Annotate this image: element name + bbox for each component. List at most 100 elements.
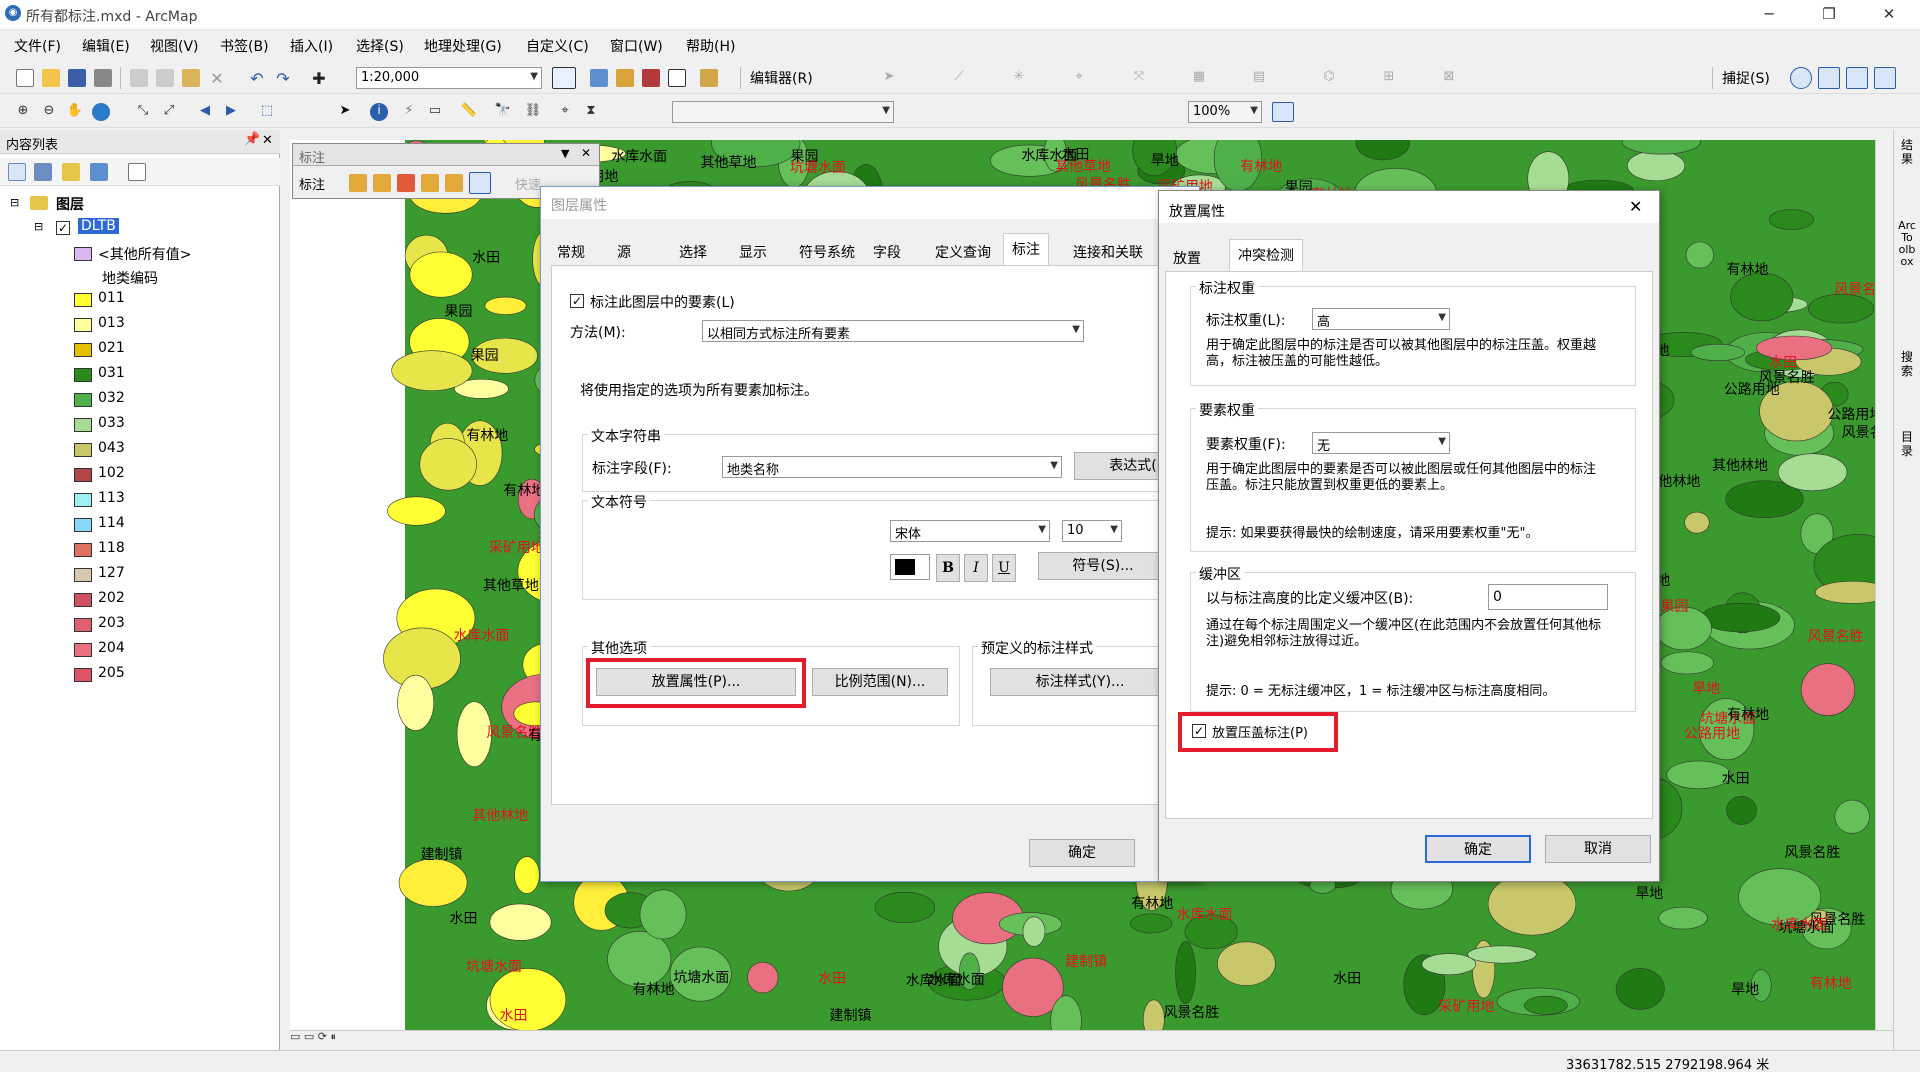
select-elements-icon[interactable]: ➤ — [336, 103, 354, 121]
label-styles-button[interactable]: 标注样式(Y)... — [990, 668, 1170, 696]
dock-arctoolbox[interactable]: ArcToolbox — [1898, 220, 1916, 268]
paste-icon[interactable] — [182, 69, 200, 87]
feature-weight-select[interactable]: 无 ▼ — [1312, 432, 1450, 454]
editor-menu[interactable]: 编辑器(R) — [750, 68, 813, 88]
attributes-icon[interactable]: ▦ — [1190, 69, 1208, 87]
find-route-icon[interactable]: ⛓ — [524, 103, 542, 121]
font-size-select[interactable]: 10 ▼ — [1062, 520, 1122, 542]
midpoint-icon[interactable]: ✳ — [1010, 69, 1028, 87]
split-icon[interactable]: ⤧ — [1130, 69, 1148, 87]
menu-insert[interactable]: 插入(I) — [290, 36, 333, 56]
tab-placement[interactable]: 放置 — [1165, 243, 1209, 271]
symbol-button[interactable]: 符号(S)... — [1038, 552, 1168, 580]
html-popup-icon[interactable]: ▭ — [426, 103, 444, 121]
close-icon[interactable]: ✕ — [581, 146, 591, 160]
placement-cancel-button[interactable]: 取消 — [1545, 835, 1651, 863]
underline-button[interactable]: U — [992, 554, 1016, 582]
print-icon[interactable] — [94, 69, 112, 87]
tab-symbology[interactable]: 符号系统 — [791, 237, 863, 265]
redo-icon[interactable]: ↷ — [274, 69, 292, 88]
zoom-in-icon[interactable]: ⊕ — [14, 103, 32, 121]
close-button[interactable]: ✕ — [1866, 0, 1912, 30]
hyperlink-icon[interactable]: ⚡ — [400, 103, 418, 121]
catalog-icon[interactable] — [616, 69, 634, 87]
forward-icon[interactable]: ▶ — [222, 103, 240, 121]
layer-props-ok-button[interactable]: 确定 — [1029, 839, 1135, 867]
snapping-menu[interactable]: 捕捉(S) — [1722, 68, 1770, 88]
menu-edit[interactable]: 编辑(E) — [82, 36, 130, 56]
labeling-toolbar-titlebar[interactable]: 标注 ▼ ✕ — [293, 144, 599, 166]
sketch-props-icon[interactable]: ▤ — [1250, 69, 1268, 87]
layer-visibility-checkbox[interactable]: ✓ — [56, 221, 70, 235]
label-priority-icon[interactable] — [373, 174, 391, 192]
tab-joins-relates[interactable]: 连接和关联 — [1065, 237, 1151, 265]
close-icon[interactable]: ✕ — [262, 133, 273, 148]
time-slider-icon[interactable]: ⧗ — [582, 103, 600, 121]
close-icon[interactable]: ✕ — [1629, 197, 1642, 216]
font-color-picker[interactable] — [890, 554, 930, 580]
minimize-button[interactable]: ─ — [1746, 0, 1792, 30]
bold-button[interactable]: B — [936, 554, 960, 582]
dock-search[interactable]: 搜索 — [1898, 350, 1916, 378]
labeling-menu[interactable]: 标注 — [299, 174, 325, 193]
method-select[interactable]: 以相同方式标注所有要素 ▼ — [702, 320, 1084, 342]
select-features-icon[interactable]: ⬚ — [258, 103, 276, 121]
save-icon[interactable] — [68, 69, 86, 87]
placement-titlebar[interactable]: 放置属性 ✕ — [1159, 191, 1659, 223]
collapse-icon[interactable]: ⊟ — [34, 220, 43, 233]
back-icon[interactable]: ◀ — [196, 103, 214, 121]
reshape-icon[interactable]: ⌖ — [1070, 69, 1088, 87]
view-unplaced-labels-icon[interactable] — [469, 172, 491, 194]
pan-icon[interactable]: ✋ — [66, 103, 84, 121]
tab-selection[interactable]: 选择 — [671, 237, 715, 265]
maximize-button[interactable]: ❐ — [1806, 0, 1852, 30]
menu-window[interactable]: 窗口(W) — [610, 36, 663, 56]
vertex-snap-icon[interactable] — [1846, 67, 1868, 89]
map-vertical-scrollbar[interactable] — [1875, 140, 1893, 1030]
dock-catalog[interactable]: 目录 — [1898, 430, 1916, 458]
font-select[interactable]: 宋体 ▼ — [890, 520, 1050, 542]
view-toggle-buttons[interactable]: ▭ ▭ ⟳ ⏸ — [290, 1030, 370, 1048]
layer-combo[interactable]: ▼ — [672, 101, 894, 123]
zoom-out-icon[interactable]: ⊖ — [40, 103, 58, 121]
menu-bookmarks[interactable]: 书签(B) — [220, 36, 269, 56]
add-data-icon[interactable]: ✚ — [310, 69, 328, 88]
tab-labels[interactable]: 标注 — [1003, 233, 1049, 265]
tab-conflict-detection[interactable]: 冲突检测 — [1229, 239, 1303, 271]
identify-icon[interactable]: i — [370, 103, 388, 121]
open-folder-icon[interactable] — [42, 69, 60, 87]
editor-toolbar-icon[interactable] — [552, 67, 576, 89]
edge-snap-icon[interactable] — [1874, 67, 1896, 89]
undo-icon[interactable]: ↶ — [248, 69, 266, 88]
map-horizontal-scrollbar[interactable] — [290, 1030, 1893, 1048]
modelbuilder-icon[interactable] — [700, 69, 718, 87]
full-extent-icon[interactable] — [92, 103, 110, 121]
menu-view[interactable]: 视图(V) — [150, 36, 199, 56]
label-weight-icon[interactable] — [397, 174, 415, 192]
quick-label-combo[interactable]: 快速 — [515, 174, 541, 193]
list-by-source-icon[interactable] — [34, 163, 52, 181]
delete-icon[interactable]: ✕ — [208, 69, 226, 88]
layout-view-icon[interactable] — [1272, 102, 1294, 122]
arctoolbox-icon[interactable] — [642, 69, 660, 87]
table-icon[interactable] — [590, 69, 608, 87]
list-by-selection-icon[interactable] — [90, 163, 108, 181]
dock-results[interactable]: 结果 — [1898, 138, 1916, 166]
edit-tool-icon[interactable]: ➤ — [880, 69, 898, 87]
python-window-icon[interactable] — [668, 69, 686, 87]
tab-definition-query[interactable]: 定义查询 — [927, 237, 999, 265]
go-to-xy-icon[interactable]: ⌖ — [556, 103, 574, 121]
menu-customize[interactable]: 自定义(C) — [526, 36, 589, 56]
map-scale-combo[interactable]: 1:20,000 ▼ — [356, 67, 542, 89]
pause-labeling-icon[interactable] — [445, 174, 463, 192]
straight-segment-icon[interactable]: ⟋ — [950, 69, 968, 87]
label-manager-icon[interactable] — [349, 174, 367, 192]
buffer-input[interactable] — [1488, 584, 1608, 610]
list-by-drawing-order-icon[interactable] — [8, 163, 26, 181]
list-by-visibility-icon[interactable] — [62, 163, 80, 181]
lock-labels-icon[interactable] — [421, 174, 439, 192]
fixed-zoom-in-icon[interactable]: ⤡ — [134, 103, 152, 121]
find-icon[interactable]: 🔭 — [494, 103, 512, 121]
menu-help[interactable]: 帮助(H) — [686, 36, 735, 56]
validate-icon[interactable]: ⊞ — [1380, 69, 1398, 87]
